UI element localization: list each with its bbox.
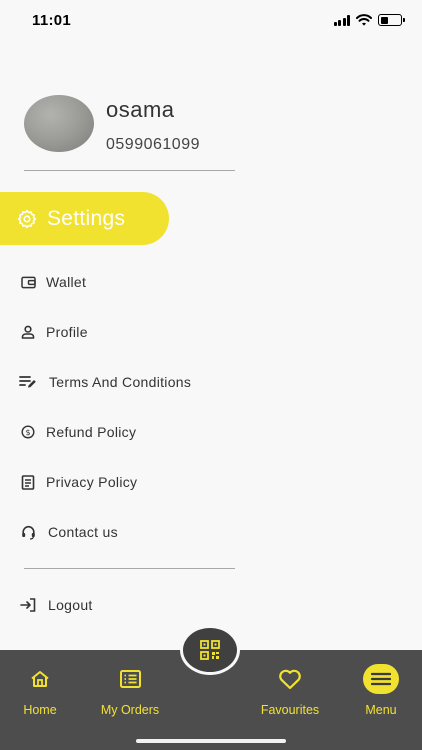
profile-name: osama [106,97,175,122]
nav-label: Menu [365,703,397,717]
qr-code-icon [200,640,220,660]
wifi-icon [356,14,372,26]
settings-title: Settings [47,206,126,230]
orders-list-icon [119,659,141,699]
nav-item-home[interactable]: Home [0,650,85,717]
logout-label: Logout [48,597,93,613]
avatar[interactable] [24,95,94,152]
svg-text:$: $ [25,428,30,437]
status-bar: 11:01 [0,0,422,44]
cellular-signal-icon [333,14,350,26]
status-icons [333,14,405,26]
menu-item-wallet[interactable]: Wallet [19,270,86,294]
menu-item-label: Profile [46,324,88,340]
menu-item-privacy-policy[interactable]: Privacy Policy [19,470,137,494]
menu-item-refund-policy[interactable]: $ Refund Policy [19,420,136,444]
home-indicator [136,739,286,743]
menu-item-label: Refund Policy [46,424,137,440]
wallet-icon [19,273,37,291]
menu-item-label: Contact us [48,524,118,540]
battery-icon [378,14,405,26]
nav-item-my-orders[interactable]: My Orders [85,650,175,717]
menu-item-contact-us[interactable]: Contact us [19,520,118,544]
menu-item-label: Privacy Policy [46,474,138,490]
dollar-circle-icon: $ [19,423,37,441]
headset-icon [19,523,37,541]
document-icon [19,473,37,491]
nav-label: Favourites [260,703,320,717]
nav-item-menu[interactable]: Menu [336,650,422,717]
divider [24,170,235,171]
gear-icon [17,209,37,228]
heart-icon [278,659,302,699]
divider [24,568,235,569]
menu-item-profile[interactable]: Profile [19,320,88,344]
hamburger-icon [363,664,399,694]
nav-item-favourites[interactable]: Favourites [245,650,335,717]
nav-label: Home [23,703,57,717]
person-icon [19,323,37,341]
menu-item-label: Wallet [46,274,87,290]
nav-label: My Orders [100,703,160,717]
logout-button[interactable]: Logout [19,593,93,617]
profile-phone: 0599061099 [106,136,200,153]
qr-scan-button[interactable] [180,625,240,675]
menu-item-label: Terms And Conditions [49,374,192,390]
settings-header[interactable]: Settings [0,192,169,245]
edit-list-icon [19,373,37,391]
menu-item-terms[interactable]: Terms And Conditions [19,370,191,394]
logout-icon [19,596,37,614]
status-time: 11:01 [32,12,72,29]
home-icon [30,659,50,699]
